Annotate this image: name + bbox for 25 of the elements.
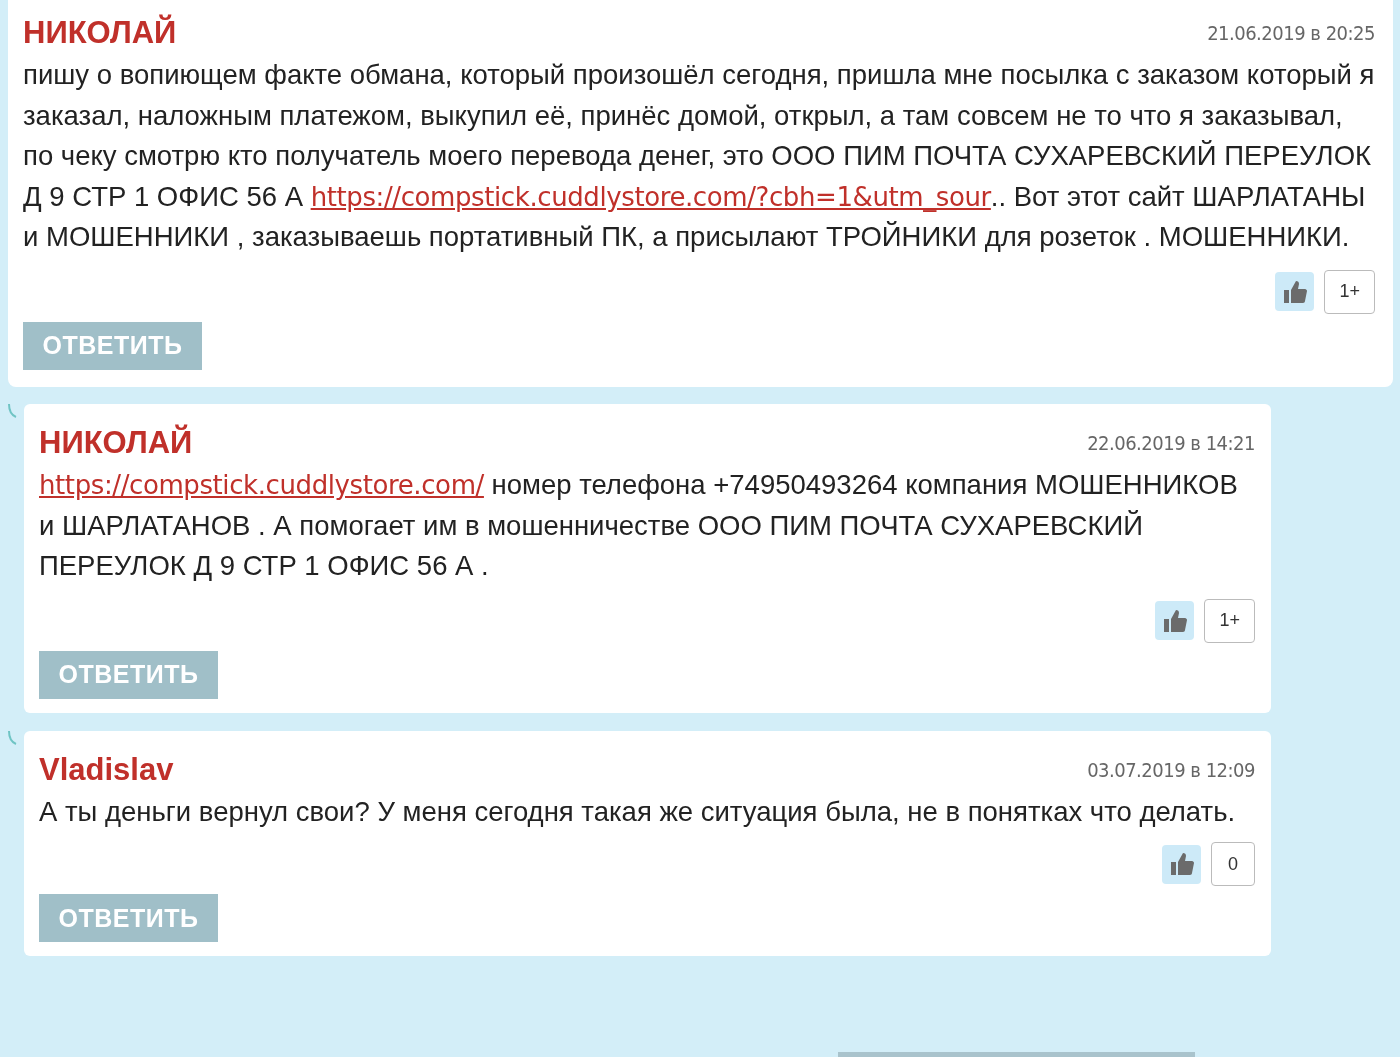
comment-date: 22.06.2019 в 14:21 — [1087, 429, 1255, 457]
link[interactable]: https://compstick.cuddlystore.com/?cbh=1&utm_sour — [310, 181, 991, 212]
like-count: 1+ — [1204, 598, 1255, 643]
thumbs-up-icon — [1169, 852, 1194, 877]
author-name: НИКОЛАЙ — [23, 14, 177, 52]
comment-text: пишу о вопиющем факте обмана, который произошёл сегодня, пришла мне посылка с заказом который я заказал, наложным платежом, выкупил её, принёс домой, открыл, а там совсем не то что я заказывал, по чеку смотрю кто получатель моего перевода денег, это ООО ПИМ ПОЧТА СУХАРЕВСКИЙ ПЕРЕУЛОК Д 9 СТР 1 ОФИС 56 А https://compstick.cuddlystore.com/?cbh=1&utm_sour.. Вот этот сайт ШАРЛАТАНЫ и МОШЕННИКИ , заказываешь портативный ПК, а присылают ТРОЙНИКИ для розеток . МОШЕННИКИ. — [23, 58, 1375, 255]
reply-button[interactable]: ОТВЕТИТЬ — [23, 321, 202, 370]
comment-date: 03.07.2019 в 12:09 — [1087, 756, 1255, 784]
like-button[interactable] — [1275, 272, 1315, 312]
thumbs-up-icon — [1162, 608, 1187, 633]
like-count: 1+ — [1324, 269, 1375, 314]
reply-curve-icon — [7, 403, 17, 418]
reply-button[interactable]: ОТВЕТИТЬ — [39, 894, 218, 943]
link[interactable]: https://compstick.cuddlystore.com/ — [39, 469, 484, 500]
reply-button[interactable]: ОТВЕТИТЬ — [39, 650, 218, 699]
comment-text: https://compstick.cuddlystore.com/ номер телефона +74950493264 компания МОШЕННИКОВ и ШАРЛАТАНОВ . А помогает им в мошенничестве ООО ПИМ ПОЧТА СУХАРЕВСКИЙ ПЕРЕУЛОК Д 9 СТР 1 ОФИС 56 А . — [39, 467, 1239, 584]
reply-curve-icon — [7, 730, 17, 745]
like-button[interactable] — [1155, 601, 1195, 641]
comment-text: А ты деньги вернул свои? У меня сегодня такая же ситуация была, не в понятках что делать. — [39, 794, 1237, 829]
like-count: 0 — [1211, 842, 1255, 887]
author-name: Vladislav — [39, 750, 174, 789]
like-button[interactable] — [1162, 844, 1201, 884]
comment-date: 21.06.2019 в 20:25 — [1207, 20, 1375, 47]
author-name: НИКОЛАЙ — [39, 423, 193, 462]
thumbs-up-icon — [1282, 279, 1307, 304]
